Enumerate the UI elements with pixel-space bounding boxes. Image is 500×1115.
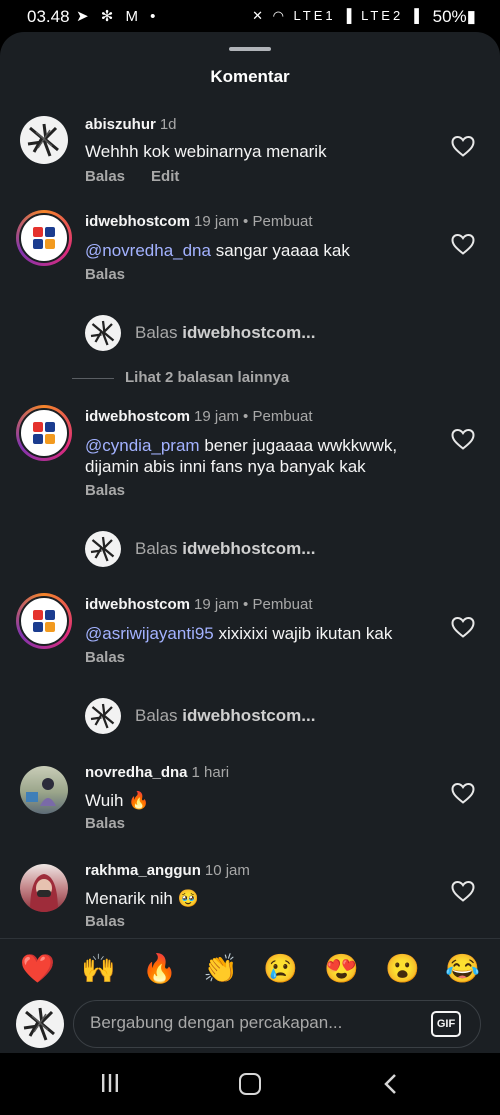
reply-prompt-label: Balas idwebhostcom... — [135, 706, 316, 725]
divider — [72, 378, 114, 379]
comment-text: Wehhh kok webinarnya menarik — [85, 142, 327, 161]
comment-time: 19 jam — [194, 213, 240, 230]
reply-button[interactable]: Balas — [85, 913, 125, 930]
avatar — [16, 1000, 64, 1048]
gif-button[interactable]: GIF — [431, 1011, 461, 1037]
reply-button[interactable]: Balas — [85, 266, 125, 283]
mention-link[interactable]: @novredha_dna — [85, 241, 211, 260]
heart-icon[interactable] — [450, 781, 476, 805]
comment-text: Wuih 🔥 — [85, 791, 150, 810]
avatar — [85, 698, 121, 734]
mention-link[interactable]: @cyndia_pram — [85, 436, 200, 455]
comment-username[interactable]: idwebhostcom — [85, 596, 190, 613]
comment-text: Menarik nih 🥹 — [85, 889, 199, 908]
comment-time: 19 jam — [194, 596, 240, 613]
battery-indicator: 50%▮ — [432, 7, 476, 26]
avatar — [85, 315, 121, 351]
heart-icon[interactable] — [450, 879, 476, 903]
comment-text: @asriwijayanti95 xixixixi wajib ikutan k… — [85, 624, 393, 643]
sheet-drag-handle[interactable] — [229, 47, 271, 51]
reply-button[interactable]: Balas — [85, 649, 125, 666]
heart-icon[interactable] — [450, 427, 476, 451]
comment-text: @novredha_dna sangar yaaaa kak — [85, 241, 350, 260]
recents-icon[interactable] — [100, 1073, 120, 1093]
author-badge: • Pembuat — [243, 596, 313, 613]
comment-time: 1 hari — [191, 764, 230, 781]
quick-emoji-bar: ❤️ 🙌 🔥 👏 😢 😍 😮 😂 — [0, 938, 500, 996]
comment-composer: GIF — [73, 1000, 481, 1048]
comments-sheet: Komentar abiszuhur 1d Wehhh kok webinarny… — [0, 32, 500, 1053]
comment-time: 1d — [159, 116, 177, 133]
back-icon[interactable] — [382, 1073, 398, 1095]
comment-time: 19 jam — [194, 408, 240, 425]
emoji-laugh-icon[interactable]: 😂 — [445, 953, 480, 985]
avatar[interactable] — [20, 116, 68, 164]
navigation-bar — [0, 1053, 500, 1115]
author-badge: • Pembuat — [243, 408, 313, 425]
reply-prompt[interactable]: Balas idwebhostcom... — [85, 698, 465, 734]
avatar[interactable] — [20, 766, 68, 814]
comment-username[interactable]: idwebhostcom — [85, 213, 190, 230]
avatar[interactable] — [16, 210, 72, 266]
comment-username[interactable]: novredha_dna — [85, 764, 188, 781]
comment-username[interactable]: rakhma_anggun — [85, 862, 201, 879]
comment-username[interactable]: idwebhostcom — [85, 408, 190, 425]
status-time: 03.48 — [27, 7, 70, 26]
avatar[interactable] — [16, 593, 72, 649]
status-bar: 03.48 ➤ ✻ M • ✕ ◠ LTE1 ▐ LTE2 ▐ 50%▮ — [0, 0, 500, 34]
signal-icons: ✕ ◠ LTE1 ▐ LTE2 ▐ — [252, 8, 422, 23]
view-more-label: Lihat 2 balasan lainnya — [125, 369, 290, 386]
emoji-surprised-icon[interactable]: 😮 — [385, 953, 420, 985]
reply-button[interactable]: Balas — [85, 168, 125, 185]
notification-icons: ➤ ✻ M • — [76, 8, 160, 25]
avatar[interactable] — [16, 405, 72, 461]
comment-username[interactable]: abiszuhur — [85, 116, 156, 133]
reply-prompt-label: Balas idwebhostcom... — [135, 323, 316, 342]
mention-link[interactable]: @asriwijayanti95 — [85, 624, 214, 643]
sheet-title: Komentar — [210, 67, 290, 86]
edit-button[interactable]: Edit — [151, 168, 179, 185]
emoji-cry-icon[interactable]: 😢 — [263, 953, 298, 985]
heart-icon[interactable] — [450, 232, 476, 256]
reply-prompt[interactable]: Balas idwebhostcom... — [85, 315, 465, 351]
reply-button[interactable]: Balas — [85, 482, 125, 499]
comment-text: @cyndia_pram bener jugaaaa wwkkwwk, dija… — [85, 436, 398, 476]
emoji-raised-hands-icon[interactable]: 🙌 — [81, 953, 116, 985]
heart-icon[interactable] — [450, 615, 476, 639]
emoji-fire-icon[interactable]: 🔥 — [142, 953, 177, 985]
emoji-heart-icon[interactable]: ❤️ — [20, 953, 55, 985]
reply-prompt-label: Balas idwebhostcom... — [135, 539, 316, 558]
comment-input[interactable] — [90, 1013, 420, 1033]
view-more-replies[interactable]: Lihat 2 balasan lainnya — [72, 369, 472, 389]
emoji-clap-icon[interactable]: 👏 — [203, 953, 238, 985]
reply-prompt[interactable]: Balas idwebhostcom... — [85, 531, 465, 567]
emoji-heart-eyes-icon[interactable]: 😍 — [324, 953, 359, 985]
avatar — [85, 531, 121, 567]
heart-icon[interactable] — [450, 134, 476, 158]
avatar[interactable] — [20, 864, 68, 912]
author-badge: • Pembuat — [243, 213, 313, 230]
reply-button[interactable]: Balas — [85, 815, 125, 832]
home-icon[interactable] — [239, 1073, 261, 1095]
comment-time: 10 jam — [204, 862, 250, 879]
